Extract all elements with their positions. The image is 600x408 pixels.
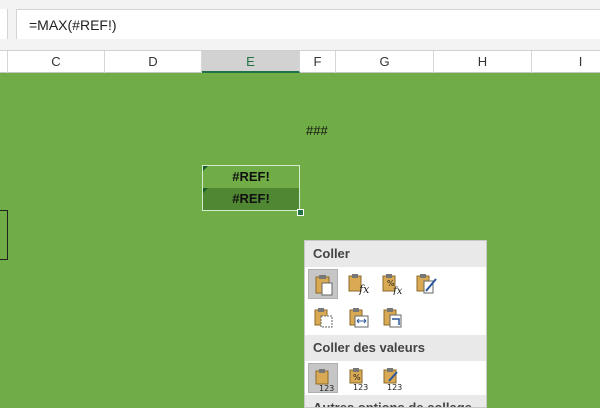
column-header-h[interactable]: H — [434, 51, 532, 73]
formula-input[interactable]: =MAX(#REF!) — [16, 9, 600, 39]
paste-icon[interactable] — [308, 269, 338, 299]
column-header-e[interactable]: E — [202, 51, 300, 73]
paste-options-menu: Coller fx % fx Coller des valeurs 123 % … — [304, 240, 487, 408]
selection-border — [202, 165, 300, 211]
paste-section-title: Coller — [305, 241, 486, 267]
paste-values-icons-row: 123 % 123 123 — [305, 361, 486, 395]
paste-keep-source-formatting-icon[interactable] — [411, 269, 441, 299]
fill-handle[interactable] — [297, 209, 304, 216]
column-header-d[interactable]: D — [105, 51, 202, 73]
svg-text:fx: fx — [358, 283, 370, 295]
paste-values-section-title: Coller des valeurs — [305, 335, 486, 361]
column-header-c[interactable]: C — [8, 51, 105, 73]
cell-f-overflow[interactable]: ### — [306, 123, 328, 138]
name-box-edge[interactable] — [0, 9, 8, 39]
paste-formulas-icon[interactable]: fx — [343, 269, 373, 299]
svg-text:123: 123 — [319, 384, 334, 392]
formula-bar: =MAX(#REF!) — [0, 0, 600, 46]
paste-icons-row-2 — [305, 301, 486, 335]
paste-no-borders-icon[interactable] — [308, 303, 338, 333]
paste-formulas-number-format-icon[interactable]: % fx — [377, 269, 407, 299]
paste-values-number-format-icon[interactable]: % 123 — [343, 363, 373, 393]
worksheet-grid[interactable] — [0, 73, 600, 408]
paste-icons-row-1: fx % fx — [305, 267, 486, 301]
svg-text:%: % — [353, 373, 361, 382]
paste-values-source-formatting-icon[interactable]: 123 — [377, 363, 407, 393]
paste-keep-column-widths-icon[interactable] — [343, 303, 373, 333]
svg-text:fx: fx — [392, 286, 403, 295]
column-header-f[interactable]: F — [300, 51, 336, 73]
column-header-g[interactable]: G — [336, 51, 434, 73]
svg-text:123: 123 — [387, 383, 402, 391]
column-headers: C D E F G H I — [0, 50, 600, 73]
paste-transpose-icon[interactable] — [377, 303, 407, 333]
cell-border-partial — [0, 210, 8, 260]
column-header-i[interactable]: I — [532, 51, 600, 73]
other-paste-options-section-title: Autres options de collage — [305, 395, 486, 407]
svg-text:123: 123 — [353, 383, 368, 391]
column-header-partial[interactable] — [0, 51, 8, 73]
paste-values-icon[interactable]: 123 — [308, 363, 338, 393]
